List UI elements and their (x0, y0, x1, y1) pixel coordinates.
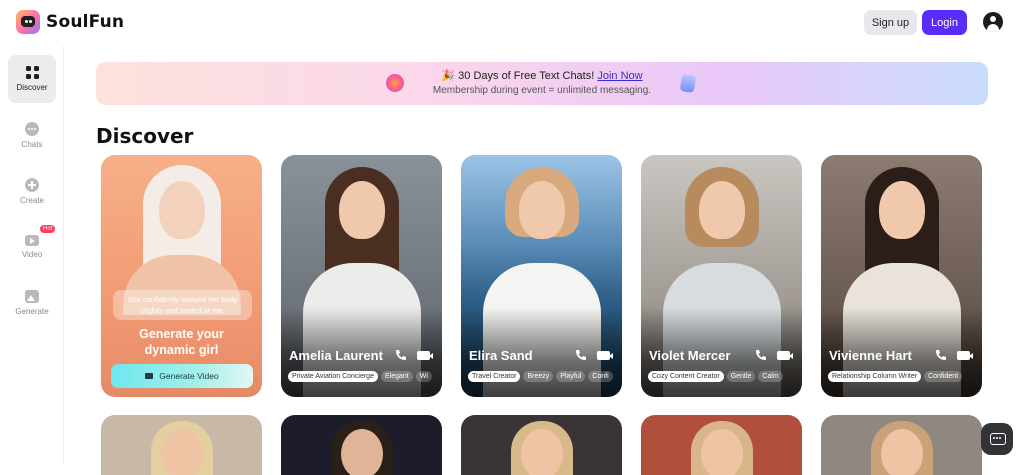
portrait-face (521, 429, 563, 475)
portrait-face (519, 181, 565, 239)
video-call-icon[interactable] (957, 351, 973, 360)
hot-badge: Hot (40, 225, 56, 233)
character-card[interactable] (821, 415, 982, 475)
sidebar-item-label: Discover (16, 83, 48, 92)
join-now-link[interactable]: Join Now (597, 70, 642, 82)
portrait-face (341, 429, 383, 475)
banner-subline: Membership during event = unlimited mess… (432, 85, 652, 96)
character-card[interactable]: Violet Mercer Cozy Content Creator Gentl… (641, 155, 802, 397)
portrait-face (879, 181, 925, 239)
sidebar-item-chats[interactable]: Chats (8, 111, 56, 159)
tag: Elegant (380, 371, 413, 382)
sidebar-item-label: Generate (15, 307, 49, 316)
character-name: Amelia Laurent (289, 348, 383, 363)
character-card[interactable]: Amelia Laurent Private Aviation Concierg… (281, 155, 442, 397)
generate-video-label: Generate Video (159, 371, 219, 381)
portrait-face (339, 181, 385, 239)
brand-logo[interactable]: SoulFun (16, 10, 124, 34)
tag-list: Cozy Content Creator Gentle Calm (648, 371, 798, 382)
tag: Breezy (523, 371, 554, 382)
sidebar-item-label: Video (21, 250, 43, 259)
tag: Private Aviation Concierge (288, 371, 378, 382)
character-card[interactable] (641, 415, 802, 475)
phone-icon[interactable] (575, 349, 587, 361)
character-card[interactable] (281, 415, 442, 475)
sidebar-item-label: Create (19, 195, 44, 205)
tag: Calm (758, 371, 783, 382)
generate-video-card[interactable]: She confidently swayed her body slightly… (101, 155, 262, 397)
chat-icon (25, 121, 39, 136)
character-name: Elira Sand (469, 348, 533, 363)
party-popper-icon: 🎉 (441, 70, 456, 82)
promo-banner[interactable]: 🎉 30 Days of Free Text Chats! Join Now M… (96, 62, 988, 105)
video-camera-icon (145, 373, 154, 379)
portrait-face (701, 429, 743, 475)
generate-headline: Generate your dynamic girl (101, 326, 262, 358)
sidebar-item-generate[interactable]: Generate (8, 279, 56, 327)
character-card[interactable] (461, 415, 622, 475)
portrait-face (881, 429, 923, 475)
headline-line1: Generate your (139, 327, 224, 341)
video-icon (25, 235, 39, 246)
tag: Relationship Column Writer (828, 371, 922, 382)
portrait-face (159, 181, 205, 239)
character-card[interactable]: Vivienne Hart Relationship Column Writer… (821, 155, 982, 397)
image-icon (25, 290, 39, 303)
tag: Wi (415, 371, 432, 382)
character-card[interactable]: Elira Sand Travel Creator Breezy Playful… (461, 155, 622, 397)
tag: Confi (588, 371, 613, 382)
character-card[interactable] (101, 415, 262, 475)
support-chat-icon[interactable] (981, 423, 1013, 455)
tag: Travel Creator (468, 371, 521, 382)
tag-list: Travel Creator Breezy Playful Confi (468, 371, 618, 382)
tag: Cozy Content Creator (648, 371, 724, 382)
banner-headline: 30 Days of Free Text Chats! (458, 70, 595, 82)
top-header: SoulFun Sign up Login (0, 0, 1024, 46)
grid-icon (25, 66, 39, 79)
signup-button[interactable]: Sign up (864, 10, 917, 35)
generate-video-button[interactable]: Generate Video (111, 364, 253, 388)
sidebar-item-video[interactable]: Hot Video (8, 223, 56, 271)
tag: Confident (924, 371, 963, 382)
logo-icon (16, 10, 40, 34)
tag: Playful (556, 371, 586, 382)
tag-list: Private Aviation Concierge Elegant Wi (288, 371, 438, 382)
phone-icon[interactable] (395, 349, 407, 361)
headline-line2: dynamic girl (144, 343, 219, 357)
tag-list: Relationship Column Writer Confident (828, 371, 978, 382)
character-name: Vivienne Hart (829, 348, 912, 363)
user-avatar-icon[interactable] (983, 12, 1003, 32)
login-button[interactable]: Login (922, 10, 967, 35)
character-name: Violet Mercer (649, 348, 731, 363)
phone-icon[interactable] (935, 349, 947, 361)
video-call-icon[interactable] (597, 351, 613, 360)
sidebar-item-discover[interactable]: Discover (8, 55, 56, 103)
portrait-face (699, 181, 745, 239)
page-title: Discover (96, 124, 194, 148)
tag: Gentle (726, 371, 756, 382)
brand-name: SoulFun (46, 12, 125, 32)
video-call-icon[interactable] (777, 351, 793, 360)
video-call-icon[interactable] (417, 351, 433, 360)
sidebar-item-create[interactable]: Create (8, 167, 56, 215)
sidebar: Discover Chats Create Hot Video Generate (0, 46, 64, 463)
banner-headline-row: 🎉 30 Days of Free Text Chats! Join Now (96, 69, 988, 82)
phone-icon[interactable] (755, 349, 767, 361)
portrait-face (161, 429, 203, 475)
scene-caption: She confidently swayed her body slightly… (113, 290, 252, 320)
plus-circle-icon (25, 177, 39, 192)
sidebar-item-label: Chats (21, 139, 43, 149)
